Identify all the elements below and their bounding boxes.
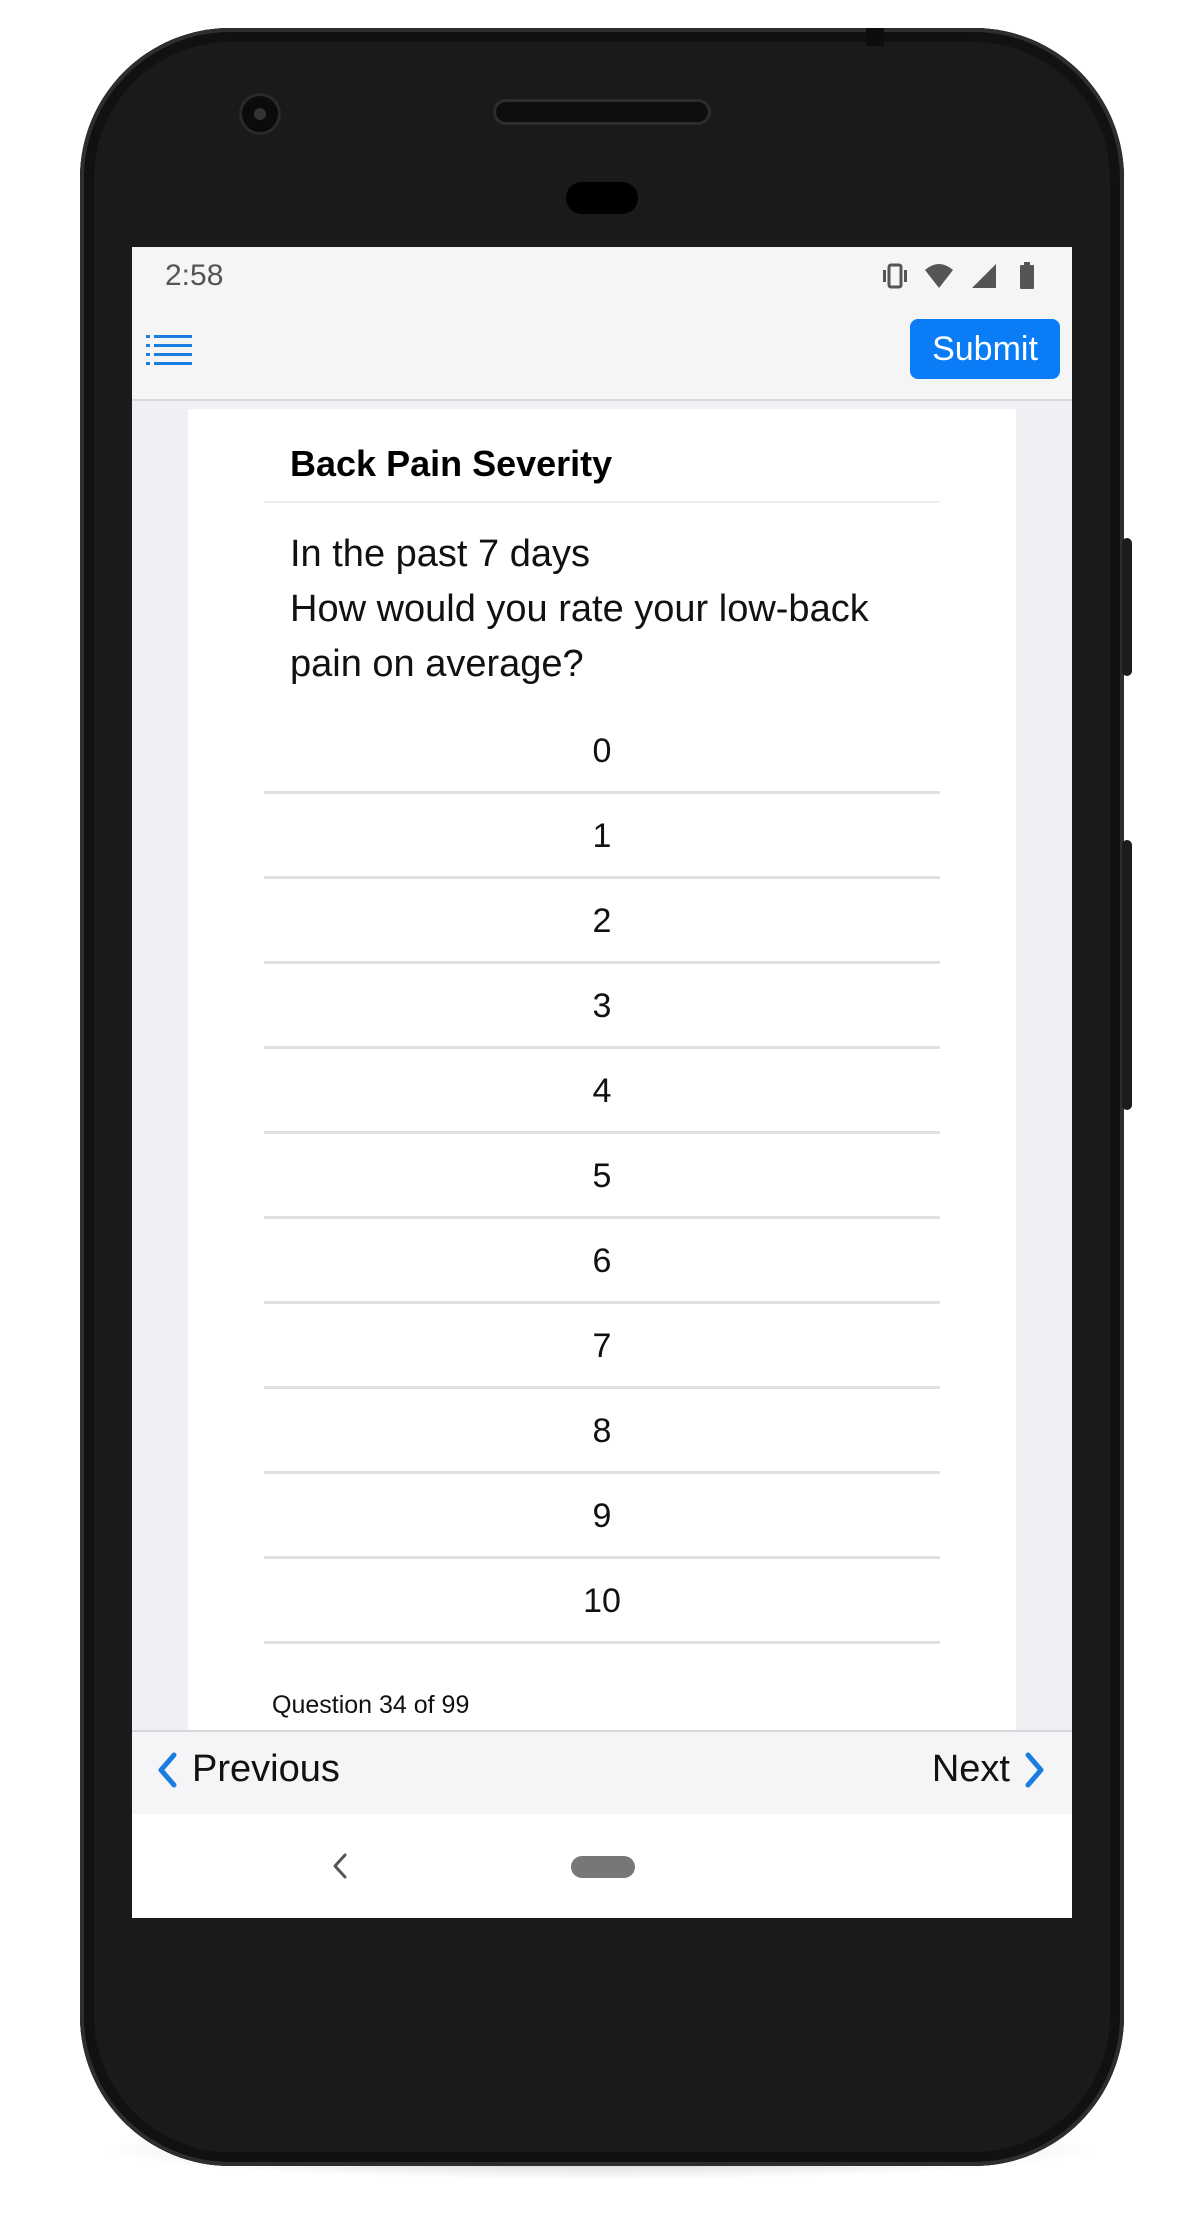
back-icon[interactable] [330, 1852, 350, 1880]
front-camera [242, 96, 278, 132]
submit-button[interactable]: Submit [910, 319, 1060, 379]
home-pill[interactable] [571, 1856, 635, 1878]
question-card: Back Pain Severity In the past 7 days Ho… [188, 409, 1016, 1759]
chevron-left-icon [158, 1752, 177, 1787]
answer-option-0[interactable]: 0 [264, 709, 940, 794]
answer-option-4[interactable]: 4 [264, 1049, 940, 1134]
wifi-icon [925, 264, 953, 288]
answer-option-8[interactable]: 8 [264, 1389, 940, 1474]
next-button[interactable]: Next [932, 1748, 1046, 1791]
answer-option-5[interactable]: 5 [264, 1134, 940, 1219]
answer-options: 0 1 2 3 4 5 6 7 8 9 10 [264, 709, 940, 1644]
question-text: In the past 7 days How would you rate yo… [290, 527, 930, 692]
chevron-right-icon [1025, 1752, 1044, 1787]
survey-title: Back Pain Severity [290, 443, 613, 484]
answer-option-6[interactable]: 6 [264, 1219, 940, 1304]
previous-button[interactable]: Previous [156, 1748, 340, 1791]
next-label: Next [931, 1748, 1010, 1790]
question-line: pain on average? [290, 643, 584, 685]
status-icons [880, 261, 1042, 291]
question-counter: Question 34 of 99 [272, 1691, 470, 1719]
screen: 2:58 Submit Back Pain Severity In the pa… [132, 247, 1072, 1918]
earpiece-speaker [496, 102, 708, 122]
divider [264, 501, 940, 503]
vibrate-icon [883, 263, 907, 289]
toolbar: Submit [132, 303, 1072, 401]
question-line: In the past 7 days [290, 533, 590, 575]
list-icon[interactable] [146, 333, 192, 367]
answer-option-2[interactable]: 2 [264, 879, 940, 964]
answer-option-1[interactable]: 1 [264, 794, 940, 879]
signal-icon [972, 264, 996, 288]
volume-button [1122, 840, 1132, 1110]
status-time: 2:58 [165, 259, 224, 292]
answer-option-9[interactable]: 9 [264, 1474, 940, 1559]
status-bar: 2:58 [132, 247, 1072, 303]
answer-option-7[interactable]: 7 [264, 1304, 940, 1389]
power-button [1122, 538, 1132, 676]
battery-icon [1020, 262, 1034, 289]
answer-option-3[interactable]: 3 [264, 964, 940, 1049]
answer-option-10[interactable]: 10 [264, 1559, 940, 1644]
proximity-sensor [566, 182, 638, 214]
previous-label: Previous [192, 1748, 340, 1790]
question-line: How would you rate your low-back [290, 588, 869, 630]
antenna-band [866, 28, 884, 46]
system-nav-bar [132, 1814, 1072, 1918]
question-nav-bar: Previous Next [132, 1730, 1072, 1814]
